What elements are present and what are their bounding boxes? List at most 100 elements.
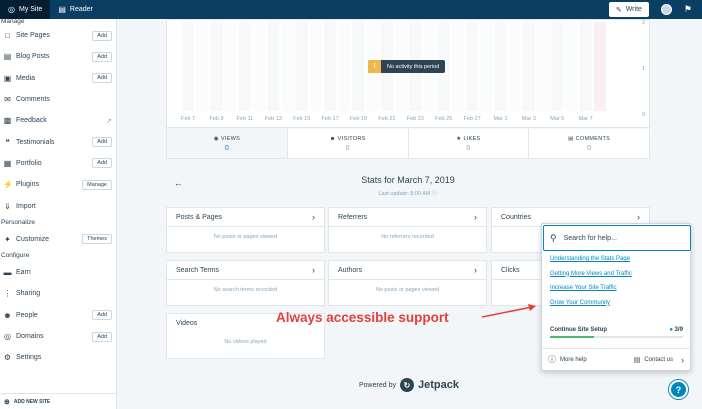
chevron-right-icon: ›: [312, 212, 315, 222]
module-header[interactable]: Referrers ›: [329, 208, 486, 227]
sidebar-item-label: Site Pages: [16, 32, 50, 40]
sidebar-item-feedback[interactable]: ▩ Feedback ↗: [0, 110, 116, 131]
site-setup-progress[interactable]: Continue Site Setup ● 3/9: [550, 327, 683, 338]
chart-bar[interactable]: [466, 22, 479, 111]
chart-bar[interactable]: [324, 22, 337, 111]
chart-bar[interactable]: [253, 22, 266, 111]
sidebar-section-personalize: Personalize: [1, 219, 35, 227]
person-icon: ☻: [329, 135, 336, 142]
help-link[interactable]: Grow Your Community: [550, 300, 632, 315]
chart-bar[interactable]: [352, 22, 365, 111]
tab-comments[interactable]: ▤ COMMENTS 0: [529, 129, 649, 158]
sidebar-item-sharing[interactable]: ⋮ Sharing: [0, 283, 116, 304]
chart-bar[interactable]: [480, 22, 493, 111]
help-link[interactable]: Understanding the Stats Page: [550, 256, 632, 271]
tab-value: 0: [587, 144, 592, 152]
sidebar-item-label: Customize: [16, 235, 50, 243]
chat-icon: ▤: [633, 356, 641, 364]
chart-bar[interactable]: [196, 22, 209, 111]
chart-bar[interactable]: [579, 22, 592, 111]
sidebar-item-domains[interactable]: ◎ Domains Add: [0, 326, 116, 347]
add-button[interactable]: Add: [92, 331, 112, 342]
sidebar-item-label: Earn: [16, 269, 31, 277]
sidebar-item-people[interactable]: ☻ People Add: [0, 305, 116, 326]
notifications-bell-icon[interactable]: ⚑: [684, 5, 692, 14]
domains-icon: ◎: [4, 332, 11, 341]
chart-bar[interactable]: [508, 22, 521, 111]
tab-label: LIKES: [463, 135, 481, 142]
my-site-button[interactable]: ◎ My Site: [0, 0, 51, 19]
sidebar-item-import[interactable]: ⇓ Import: [0, 195, 116, 216]
sidebar-item-portfolio[interactable]: ▦ Portfolio Add: [0, 153, 116, 174]
help-link[interactable]: Increase Your Site Traffic: [550, 285, 632, 300]
chart-bar[interactable]: [281, 22, 294, 111]
sidebar-item-settings[interactable]: ⚙ Settings: [0, 347, 116, 368]
chart-bar[interactable]: [238, 22, 251, 111]
annotation-arrow: [481, 304, 536, 318]
eye-icon: ◉: [213, 135, 219, 142]
contact-us-button[interactable]: ▤ Contact us ›: [634, 355, 684, 365]
sidebar-item-blog-posts[interactable]: ▤ Blog Posts Add: [0, 46, 116, 67]
chart-bar[interactable]: [451, 22, 464, 111]
avatar[interactable]: [660, 4, 672, 15]
add-button[interactable]: Add: [92, 73, 112, 84]
chart-bar[interactable]: [309, 22, 322, 111]
powered-by-label: Powered by: [359, 381, 396, 389]
more-help-button[interactable]: ⓘ More help: [548, 354, 634, 365]
add-button[interactable]: Add: [92, 30, 112, 41]
write-button[interactable]: ✎ Write: [608, 2, 649, 17]
stats-header: ← Stats for March 7, 2019 Last update: 8…: [166, 171, 650, 201]
sidebar-item-site-pages[interactable]: □ Site Pages Add: [0, 25, 116, 46]
chart-bar[interactable]: [565, 22, 578, 111]
settings-icon: ⚙: [3, 353, 12, 363]
add-button[interactable]: Add: [92, 51, 112, 62]
sidebar-item-earn[interactable]: ▬ Earn: [0, 262, 116, 283]
help-popover: ⚲ Search for help... Understanding the S…: [541, 223, 691, 371]
tab-label: VIEWS: [220, 135, 241, 142]
chart-bar[interactable]: [267, 22, 280, 111]
reader-button[interactable]: ▤ Reader: [50, 0, 101, 19]
external-link-icon[interactable]: ↗: [106, 117, 112, 125]
chart-bar[interactable]: [494, 22, 507, 111]
add-button[interactable]: Add: [92, 137, 112, 148]
sidebar-item-media[interactable]: ▣ Media Add: [0, 68, 116, 89]
sidebar-item-label: Portfolio: [16, 159, 42, 167]
manage-button[interactable]: Manage: [82, 179, 112, 190]
no-activity-notice: ! No activity this period: [368, 60, 446, 73]
module-title: Countries: [501, 213, 531, 221]
sidebar-item-comments[interactable]: ✉ Comments: [0, 89, 116, 110]
chart-bar[interactable]: [593, 22, 606, 111]
help-link[interactable]: Getting More Views and Traffic: [550, 271, 632, 286]
sidebar-item-testimonials[interactable]: ❝ Testimonials Add: [0, 131, 116, 152]
help-fab-button[interactable]: ?: [669, 380, 688, 399]
module-title: Search Terms: [176, 266, 220, 274]
module-header[interactable]: Posts & Pages ›: [167, 208, 324, 227]
module-header[interactable]: Search Terms ›: [167, 261, 324, 280]
x-tick: Mar 7: [578, 116, 593, 122]
chart-bar[interactable]: [338, 22, 351, 111]
earn-icon: ▬: [3, 268, 12, 278]
y-tick: 1: [641, 66, 645, 72]
tab-visitors[interactable]: ☻ VISITORS 0: [288, 129, 409, 158]
module-header[interactable]: Authors ›: [329, 261, 486, 280]
chart-bar[interactable]: [224, 22, 237, 111]
add-new-site-button[interactable]: ⊕ ADD NEW SITE: [0, 393, 117, 409]
add-new-site-label: ADD NEW SITE: [13, 398, 51, 405]
add-button[interactable]: Add: [92, 158, 112, 169]
my-site-label: My Site: [18, 6, 43, 13]
add-button[interactable]: Add: [92, 310, 112, 321]
themes-button[interactable]: Themes: [82, 234, 112, 245]
sidebar-item-customize[interactable]: ✦ Customize Themes: [0, 229, 116, 250]
tab-views[interactable]: ◉ VIEWS 0: [167, 129, 288, 158]
chart-bar[interactable]: [537, 22, 550, 111]
chart-bar[interactable]: [295, 22, 308, 111]
search-placeholder: Search for help...: [563, 234, 617, 242]
tab-likes[interactable]: ★ LIKES 0: [409, 129, 530, 158]
sidebar-item-plugins[interactable]: ⚡ Plugins Manage: [0, 174, 116, 195]
help-search-input[interactable]: ⚲ Search for help...: [543, 225, 691, 251]
chart-bar[interactable]: [210, 22, 223, 111]
sidebar-item-label: Domains: [16, 333, 44, 340]
chart-bar[interactable]: [182, 22, 195, 111]
chart-bar[interactable]: [522, 22, 535, 111]
chart-bar[interactable]: [551, 22, 564, 111]
